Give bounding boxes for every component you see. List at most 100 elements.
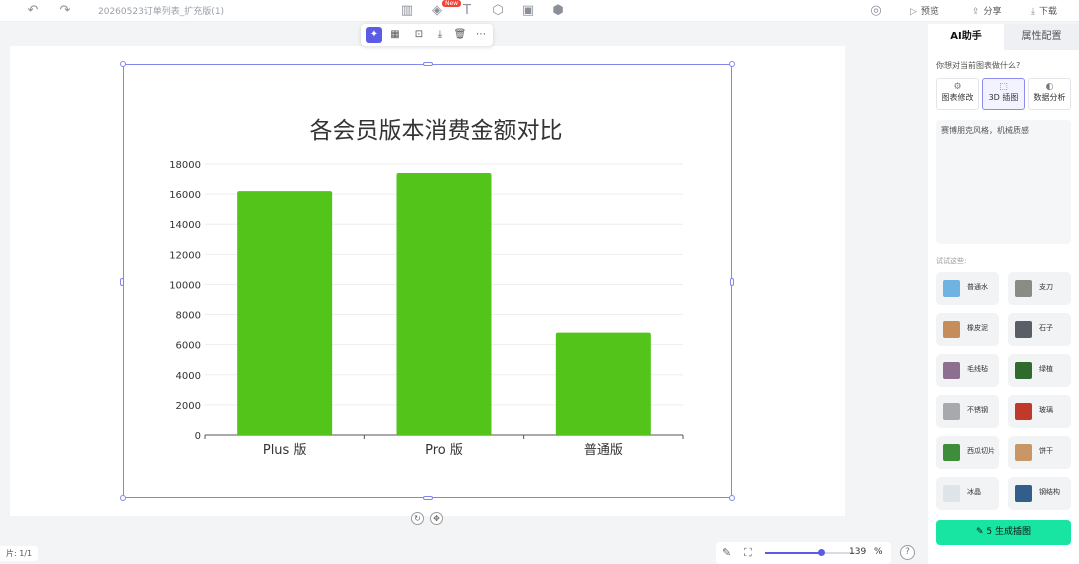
bar-chart: 各会员版本消费金额对比 0 2000 4000 6000 8000 10000 12000 14… bbox=[169, 118, 684, 458]
suggestions-label: 试试这些: bbox=[936, 257, 967, 265]
y-tick-label: 6000 bbox=[176, 341, 201, 352]
material-item[interactable]: 普通水 bbox=[936, 272, 999, 305]
preview-label: 预览 bbox=[920, 7, 939, 17]
help-icon[interactable]: ? bbox=[900, 545, 915, 560]
magic-wand-icon: ✎ bbox=[975, 527, 984, 537]
text-icon[interactable]: T bbox=[458, 2, 476, 20]
material-item[interactable]: 橡皮泥 bbox=[936, 313, 999, 346]
mode-label: 数据分析 bbox=[1033, 93, 1066, 102]
material-label: 绿植 bbox=[1039, 365, 1053, 373]
component-icon[interactable]: ⬢ bbox=[549, 2, 567, 20]
y-tick-label: 18000 bbox=[169, 160, 201, 171]
zoom-slider-fill bbox=[765, 552, 821, 554]
material-item[interactable]: 冰晶 bbox=[936, 477, 999, 510]
zoom-slider[interactable] bbox=[765, 549, 855, 556]
move-icon[interactable]: ✥ bbox=[430, 512, 443, 525]
download-icon[interactable]: ⤓ bbox=[432, 27, 448, 43]
fit-screen-icon[interactable]: ⛶ bbox=[744, 546, 752, 560]
material-label: 冰晶 bbox=[967, 488, 981, 496]
analysis-icon: ◐ bbox=[1045, 82, 1054, 92]
material-label: 饼干 bbox=[1039, 447, 1053, 455]
y-tick-label: 8000 bbox=[176, 311, 201, 322]
settings-circle-icon[interactable]: ◎ bbox=[867, 2, 885, 20]
material-item[interactable]: 支刀 bbox=[1008, 272, 1071, 305]
chart-title: 各会员版本消费金额对比 bbox=[310, 118, 563, 144]
share-icon: ⇪ bbox=[972, 7, 980, 17]
zoom-unit: % bbox=[874, 547, 883, 557]
material-cube-icon bbox=[943, 362, 960, 379]
y-tick-label: 14000 bbox=[169, 220, 201, 231]
undo-icon[interactable]: ↶ bbox=[24, 2, 42, 20]
chart-edit-icon: ⚙ bbox=[953, 82, 962, 92]
document-title[interactable]: 20260523订单列表_扩充版(1) bbox=[98, 4, 224, 17]
mode-data-analysis-button[interactable]: ◐ 数据分析 bbox=[1028, 78, 1071, 110]
mode-chart-edit-button[interactable]: ⚙ 图表修改 bbox=[936, 78, 979, 110]
ai-magic-icon[interactable]: ✦ bbox=[366, 27, 382, 43]
material-cube-icon bbox=[1015, 444, 1032, 461]
panel-question: 你想对当前图表做什么? bbox=[936, 61, 1021, 70]
page-indicator: 片: 1/1 bbox=[0, 546, 39, 561]
mode-label: 3D 插图 bbox=[988, 93, 1019, 102]
material-label: 西瓜切片 bbox=[967, 447, 995, 455]
bar-2 bbox=[396, 173, 492, 435]
chart-icon[interactable]: ▥ bbox=[398, 2, 416, 20]
shape-icon[interactable]: ⬡ bbox=[489, 2, 507, 20]
zoom-slider-thumb[interactable] bbox=[817, 549, 825, 556]
prompt-textarea[interactable]: 赛博朋克风格，机械质感 bbox=[936, 120, 1071, 244]
material-item[interactable]: 石子 bbox=[1008, 313, 1071, 346]
material-cube-icon bbox=[1015, 403, 1032, 420]
redo-icon[interactable]: ↷ bbox=[56, 2, 74, 20]
preview-button[interactable]: ▷ 预览 bbox=[910, 4, 939, 17]
delete-icon[interactable]: 🗑 bbox=[452, 27, 468, 43]
material-item[interactable]: 绿植 bbox=[1008, 354, 1071, 387]
tab-properties[interactable]: 属性配置 bbox=[1004, 24, 1079, 50]
download-icon: ⤓ bbox=[1031, 7, 1035, 17]
rotate-icon[interactable]: ↻ bbox=[411, 512, 424, 525]
material-cube-icon bbox=[943, 321, 960, 338]
generate-illustration-button[interactable]: ✎ 5 生成插图 bbox=[936, 520, 1071, 545]
material-cube-icon bbox=[943, 280, 960, 297]
material-cube-icon bbox=[943, 403, 960, 420]
material-label: 普通水 bbox=[967, 283, 988, 291]
y-tick-label: 12000 bbox=[169, 250, 201, 261]
y-tick-label: 16000 bbox=[169, 190, 201, 201]
mode-3d-illustration-button[interactable]: ⬚ 3D 插图 bbox=[982, 78, 1025, 110]
zoom-value[interactable]: 139 bbox=[849, 547, 866, 557]
top-bar: ↶ ↷ 20260523订单列表_扩充版(1) ▥ ◈ New T ⬡ ▣ ⬢ … bbox=[0, 0, 1079, 22]
material-item[interactable]: 钢结构 bbox=[1008, 477, 1071, 510]
bar-1 bbox=[237, 191, 333, 435]
material-item[interactable]: 玻璃 bbox=[1008, 395, 1071, 428]
material-label: 玻璃 bbox=[1039, 406, 1053, 414]
table-data-icon[interactable]: ▦ bbox=[387, 27, 403, 43]
image-icon[interactable]: ▣ bbox=[519, 2, 537, 20]
material-cube-icon bbox=[1015, 485, 1032, 502]
y-tick-label: 0 bbox=[195, 431, 201, 442]
y-tick-label: 2000 bbox=[176, 401, 201, 412]
ruler-icon[interactable]: ✎ bbox=[722, 546, 731, 559]
generate-label: 5 生成插图 bbox=[986, 527, 1031, 537]
download-label: 下载 bbox=[1038, 7, 1057, 17]
material-label: 石子 bbox=[1039, 324, 1053, 332]
material-item[interactable]: 毛线毡 bbox=[936, 354, 999, 387]
material-cube-icon bbox=[943, 485, 960, 502]
download-button[interactable]: ⤓ 下载 bbox=[1031, 4, 1057, 17]
zoom-bar: ✎ ⛶ 139 % bbox=[716, 542, 891, 564]
material-label: 钢结构 bbox=[1039, 488, 1060, 496]
share-button[interactable]: ⇪ 分享 bbox=[972, 4, 1002, 17]
material-item[interactable]: 西瓜切片 bbox=[936, 436, 999, 469]
x-tick-label: 普通版 bbox=[584, 443, 623, 458]
material-label: 不锈钢 bbox=[967, 406, 988, 414]
cube-3d-icon: ⬚ bbox=[999, 82, 1008, 92]
y-tick-label: 10000 bbox=[169, 280, 201, 291]
resize-icon[interactable]: ⊡ bbox=[411, 27, 427, 43]
tab-ai-assistant[interactable]: AI助手 bbox=[928, 24, 1004, 50]
preview-icon: ▷ bbox=[910, 7, 917, 17]
ai-assistant-panel: AI助手 属性配置 你想对当前图表做什么? ⚙ 图表修改 ⬚ 3D 插图 ◐ 数… bbox=[928, 24, 1079, 564]
y-tick-label: 4000 bbox=[176, 371, 201, 382]
material-cube-icon bbox=[1015, 321, 1032, 338]
chart-floating-toolbar: ✦ ▦ ⊡ ⤓ 🗑 ⋯ bbox=[361, 24, 493, 46]
material-item[interactable]: 不锈钢 bbox=[936, 395, 999, 428]
material-item[interactable]: 饼干 bbox=[1008, 436, 1071, 469]
material-label: 毛线毡 bbox=[967, 365, 988, 373]
more-icon[interactable]: ⋯ bbox=[473, 27, 489, 43]
